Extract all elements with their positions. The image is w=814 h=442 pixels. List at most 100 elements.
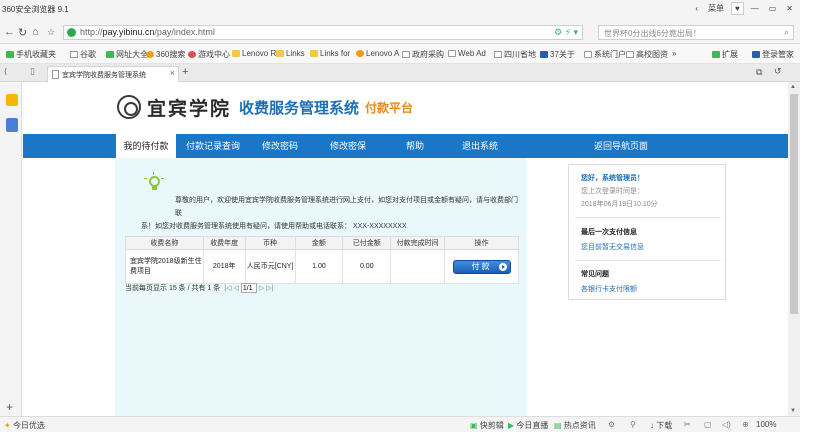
refresh-icon[interactable]: ↻ bbox=[18, 26, 27, 39]
browser-titlebar: 360安全浏览器 9.1 ‹ 菜单 ♥ — ▭ ✕ bbox=[0, 0, 800, 22]
bookmark-item[interactable]: 37关于 bbox=[540, 49, 575, 60]
divider bbox=[575, 260, 721, 261]
next-page-icon[interactable]: ▷ bbox=[259, 284, 264, 292]
bookmark-item[interactable]: 网址大全 bbox=[106, 49, 148, 60]
platform-name: 付款平台 bbox=[365, 100, 414, 115]
screenshot-icon[interactable]: ✂ bbox=[684, 420, 691, 429]
folder-icon bbox=[276, 50, 284, 57]
notice-text: 尊敬的用户，欢迎使用宜宾学院收费服务管理系统进行网上支付，如您对支付项目或金额有… bbox=[141, 194, 521, 233]
nav-payment-records[interactable]: 付款记录查询 bbox=[181, 134, 245, 158]
bookmark-item[interactable]: 系统门户 bbox=[584, 49, 626, 60]
nav-my-pending[interactable]: 我的待付款 bbox=[116, 134, 176, 158]
page-number-input[interactable] bbox=[240, 283, 257, 293]
browser-sidebar: + bbox=[0, 82, 22, 416]
pagination: 当前每页显示 15 条 / 共有 1 条 |◁ ◁ ▷ ▷| bbox=[125, 283, 274, 293]
speed-mode-icon[interactable]: ⚙ ⚡ ▾ bbox=[554, 27, 578, 38]
close-button[interactable]: ✕ bbox=[783, 3, 796, 14]
nav-change-password[interactable]: 修改密码 bbox=[255, 134, 305, 158]
nav-help[interactable]: 帮助 bbox=[395, 134, 435, 158]
address-bar[interactable]: http://pay.yibinu.cn/pay/index.html ⚙ ⚡ … bbox=[63, 25, 583, 40]
scroll-up-icon[interactable]: ▲ bbox=[790, 84, 796, 90]
window-icon[interactable]: ▢ bbox=[704, 420, 712, 429]
page-icon bbox=[448, 50, 456, 57]
nav-logout[interactable]: 退出系统 bbox=[455, 134, 505, 158]
site-icon bbox=[106, 51, 114, 58]
bookmark-item[interactable]: 手机收藏夹 bbox=[6, 49, 56, 60]
col-header: 付款完成时间 bbox=[390, 236, 446, 250]
zoom-icon[interactable]: ⊕ bbox=[742, 420, 749, 429]
skin-icon[interactable]: ♥ bbox=[730, 2, 744, 15]
fee-year: 2018年 bbox=[202, 249, 246, 284]
last-payment-info[interactable]: 您目前暂无交易信息 bbox=[581, 242, 644, 252]
favorite-star-icon[interactable]: ☆ bbox=[47, 27, 55, 38]
last-page-icon[interactable]: ▷| bbox=[266, 284, 273, 292]
close-tab-icon[interactable]: × bbox=[170, 68, 175, 78]
home-icon[interactable]: ⌂ bbox=[32, 26, 39, 38]
bookmark-item[interactable]: Links for bbox=[310, 49, 350, 58]
bookmark-item[interactable]: 四川省地 bbox=[494, 49, 536, 60]
address-url[interactable]: http://pay.yibinu.cn/pay/index.html bbox=[80, 27, 215, 37]
status-item-news[interactable]: ▤ 热点资讯 bbox=[554, 420, 596, 431]
fee-action: 付款 bbox=[444, 249, 519, 284]
login-button[interactable]: 登录管家 bbox=[752, 49, 794, 60]
scroll-thumb[interactable] bbox=[790, 94, 798, 314]
notice-line-1: 尊敬的用户，欢迎使用宜宾学院收费服务管理系统进行网上支付，如您对支付项目或金额有… bbox=[175, 197, 518, 217]
vertical-scrollbar[interactable]: ▲ ▼ bbox=[788, 82, 800, 416]
browser-search-box[interactable]: 世界杯0分出线6分竟出局！ ⌕ bbox=[598, 25, 794, 40]
game-icon bbox=[188, 51, 196, 58]
status-item-live[interactable]: ▶ 今日直播 bbox=[508, 420, 548, 431]
page-icon bbox=[626, 51, 634, 58]
system-name: 收费服务管理系统 bbox=[239, 99, 360, 117]
col-header: 收费年度 bbox=[202, 236, 246, 250]
today-picks-button[interactable]: ✦ 今日优选 bbox=[4, 420, 45, 431]
first-page-icon[interactable]: |◁ bbox=[224, 284, 231, 292]
bookmark-item[interactable]: Lenovo A bbox=[356, 49, 399, 58]
add-sidebar-icon[interactable]: + bbox=[6, 400, 13, 414]
volume-icon[interactable]: ◁) bbox=[722, 420, 731, 429]
bookmark-item[interactable]: 高校图资 bbox=[626, 49, 668, 60]
restore-tab-icon[interactable]: ⧉ bbox=[756, 67, 762, 78]
last-login-time: 2018年06月19日10:10分 bbox=[581, 201, 658, 208]
bookmark-item[interactable]: 游戏中心 bbox=[188, 49, 230, 60]
nav-change-security[interactable]: 修改密保 bbox=[323, 134, 373, 158]
bookmarks-more-button[interactable]: » bbox=[672, 49, 676, 58]
bookmark-item[interactable]: 360搜索 bbox=[146, 49, 185, 60]
page-icon bbox=[70, 51, 78, 58]
accelerate-icon[interactable]: ⚙ bbox=[608, 420, 615, 429]
maximize-button[interactable]: ▭ bbox=[766, 3, 780, 14]
undo-close-icon[interactable]: ↺ bbox=[774, 66, 782, 77]
zoom-level[interactable]: 100% bbox=[756, 420, 776, 429]
divider bbox=[575, 217, 721, 218]
status-item-clip[interactable]: ▣ 快剪辑 bbox=[470, 420, 504, 431]
prev-page-icon[interactable]: ◁ bbox=[234, 284, 239, 292]
tab-history-icon[interactable]: ⟨ bbox=[4, 67, 7, 76]
faq-link-bank-limits[interactable]: 各银行卡支付限额 bbox=[581, 284, 637, 294]
new-tab-icon[interactable]: + bbox=[182, 66, 188, 78]
pin-icon[interactable]: ⚲ bbox=[630, 420, 636, 429]
arrow-right-icon bbox=[498, 262, 507, 271]
bookmark-item[interactable]: 谷歌 bbox=[70, 49, 96, 60]
security-shield-icon bbox=[67, 28, 76, 37]
bookmark-item[interactable]: Web Ad bbox=[448, 49, 486, 58]
download-button[interactable]: ↓ 下载 bbox=[650, 420, 672, 431]
bookmark-item[interactable]: Lenovo R bbox=[232, 49, 276, 58]
sidebar-app-icon[interactable] bbox=[6, 94, 18, 106]
bookmark-item[interactable]: 政府采购 bbox=[402, 49, 444, 60]
back-history-icon[interactable]: ‹ bbox=[692, 3, 701, 14]
scroll-down-icon[interactable]: ▼ bbox=[790, 408, 796, 414]
extensions-button[interactable]: 扩展 bbox=[712, 49, 738, 60]
sidebar-app-icon[interactable] bbox=[6, 118, 18, 132]
window-controls: ‹ 菜单 ♥ — ▭ ✕ bbox=[692, 2, 796, 15]
fee-table: 收费名称 收费年度 币种 金额 已付金额 付款完成时间 操作 宜宾学院2018级… bbox=[125, 236, 519, 284]
pay-button[interactable]: 付款 bbox=[452, 259, 511, 274]
download-icon: ↓ bbox=[650, 421, 654, 430]
minimize-button[interactable]: — bbox=[748, 3, 762, 14]
bookmark-item[interactable]: Links bbox=[276, 49, 305, 58]
menu-button[interactable]: 菜单 bbox=[705, 2, 727, 15]
tab-list-icon[interactable]: ▯ bbox=[30, 66, 35, 77]
tab-fee-system[interactable]: 宜宾学院收费服务管理系统 × bbox=[47, 66, 179, 82]
back-arrow-icon[interactable]: ← bbox=[4, 26, 15, 38]
faq-title: 常见问题 bbox=[581, 271, 609, 278]
nav-back-to-portal[interactable]: 返回导航页面 bbox=[583, 134, 659, 158]
search-icon[interactable]: ⌕ bbox=[784, 27, 789, 38]
